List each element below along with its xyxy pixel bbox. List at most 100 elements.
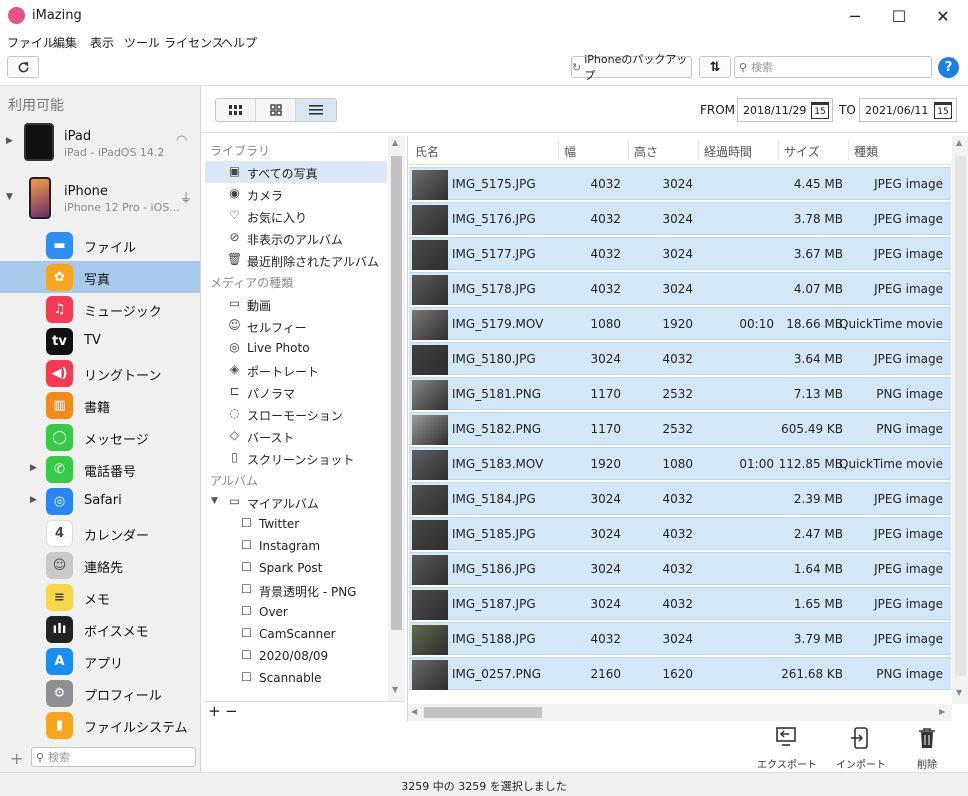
menu-help[interactable]: ヘルプ bbox=[221, 34, 257, 51]
table-row[interactable]: IMG_5185.JPG 3024 4032 2.47 MB JPEG image bbox=[409, 517, 951, 550]
library-item[interactable]: ◈ ポートレート bbox=[205, 359, 387, 381]
library-item[interactable]: ◉ カメラ bbox=[205, 183, 387, 205]
to-date-field[interactable]: 2021/06/11 15 bbox=[859, 98, 957, 122]
library-item[interactable]: ⊘ 非表示のアルバム bbox=[205, 227, 387, 249]
menu-tools[interactable]: ツール bbox=[124, 34, 160, 51]
device-ipad[interactable]: ▶ iPad iPad - iPadOS 14.2 ◠ bbox=[0, 117, 201, 167]
list-icon[interactable] bbox=[296, 99, 336, 121]
library-item[interactable]: ☐ Scannable bbox=[205, 667, 387, 689]
sidebar-item-ringtone[interactable]: ◀) リングトーン bbox=[0, 357, 200, 389]
table-vertical-scrollbar[interactable]: ▲ ▼ bbox=[952, 136, 968, 704]
table-row[interactable]: IMG_5186.JPG 3024 4032 1.64 MB JPEG image bbox=[409, 552, 951, 585]
scroll-up-icon[interactable]: ▲ bbox=[956, 138, 962, 147]
menu-license[interactable]: ライセンス bbox=[164, 34, 224, 51]
help-button[interactable]: ? bbox=[938, 57, 959, 78]
library-item[interactable]: ☐ Over bbox=[205, 601, 387, 623]
sidebar-item-filesystem[interactable]: ▮ ファイルシステム bbox=[0, 709, 200, 741]
table-row[interactable]: IMG_5175.JPG 4032 3024 4.45 MB JPEG image bbox=[409, 167, 951, 200]
device-iphone[interactable]: ▼ iPhone iPhone 12 Pro - iOS... ⏚ bbox=[0, 172, 201, 222]
table-row[interactable]: IMG_5184.JPG 3024 4032 2.39 MB JPEG image bbox=[409, 482, 951, 515]
menu-file[interactable]: ファイル bbox=[7, 34, 55, 51]
sidebar-item-appstore[interactable]: A アプリ bbox=[0, 645, 200, 677]
sidebar-item-contacts[interactable]: ☺ 連絡先 bbox=[0, 549, 200, 581]
sidebar-item-music[interactable]: ♫ ミュージック bbox=[0, 293, 200, 325]
library-scrollbar[interactable]: ▲ ▼ bbox=[388, 136, 405, 701]
library-item[interactable]: ⊏ パノラマ bbox=[205, 381, 387, 403]
sidebar-item-books[interactable]: ▥ 書籍 bbox=[0, 389, 200, 421]
table-row[interactable]: IMG_5176.JPG 4032 3024 3.78 MB JPEG image bbox=[409, 202, 951, 235]
scroll-right-icon[interactable]: ▶ bbox=[939, 707, 945, 716]
sidebar-search-input[interactable]: ⚲ 検索 bbox=[31, 747, 196, 767]
table-row[interactable]: IMG_5187.JPG 3024 4032 1.65 MB JPEG image bbox=[409, 587, 951, 620]
sidebar-item-calendar[interactable]: 4 カレンダー bbox=[0, 517, 200, 549]
library-item[interactable]: ◇ バースト bbox=[205, 425, 387, 447]
my-albums-folder[interactable]: ▼ ▭ マイアルバム bbox=[205, 491, 387, 513]
sidebar-item-folder[interactable]: ▬ ファイル bbox=[0, 229, 200, 261]
table-row[interactable]: IMG_5180.JPG 3024 4032 3.64 MB JPEG image bbox=[409, 342, 951, 375]
sidebar-item-messages[interactable]: ◯ メッセージ bbox=[0, 421, 200, 453]
import-button[interactable]: インポート bbox=[831, 726, 891, 772]
library-item[interactable]: ▣ すべての写真 bbox=[205, 161, 387, 183]
table-horizontal-scrollbar[interactable]: ◀ ▶ bbox=[408, 704, 952, 721]
grid-large-icon[interactable] bbox=[256, 99, 296, 121]
table-row[interactable]: IMG_5181.PNG 1170 2532 7.13 MB PNG image bbox=[409, 377, 951, 410]
sidebar-item-profile[interactable]: ⚙ プロフィール bbox=[0, 677, 200, 709]
close-icon[interactable]: ✕ bbox=[920, 0, 966, 32]
library-item[interactable]: ◎ Live Photo bbox=[205, 337, 387, 359]
export-button[interactable]: エクスポート bbox=[757, 726, 817, 772]
backup-button[interactable]: ↻ iPhoneのバックアップ bbox=[571, 53, 692, 82]
sidebar-item-notes[interactable]: ≡ メモ bbox=[0, 581, 200, 613]
library-item[interactable]: ☐ Spark Post bbox=[205, 557, 387, 579]
expand-arrow-icon[interactable]: ▶ bbox=[30, 495, 37, 505]
column-width[interactable]: 幅 bbox=[564, 143, 576, 160]
minimize-icon[interactable]: ─ bbox=[832, 0, 878, 32]
library-item[interactable]: ◌ スローモーション bbox=[205, 403, 387, 425]
library-item[interactable]: ▯ スクリーンショット bbox=[205, 447, 387, 469]
library-item[interactable]: ▭ 動画 bbox=[205, 293, 387, 315]
menu-edit[interactable]: 編集 bbox=[53, 34, 77, 51]
sidebar-item-tv[interactable]: tv TV bbox=[0, 325, 200, 357]
scroll-left-icon[interactable]: ◀ bbox=[411, 707, 417, 716]
calendar-icon[interactable]: 15 bbox=[811, 102, 829, 119]
expand-arrow-icon[interactable]: ▶ bbox=[6, 136, 13, 146]
add-device-button[interactable]: + bbox=[10, 749, 23, 768]
sidebar-item-voice-memo[interactable]: ıIı ボイスメモ bbox=[0, 613, 200, 645]
library-item[interactable]: ♡ お気に入り bbox=[205, 205, 387, 227]
refresh-button[interactable] bbox=[7, 56, 39, 78]
remove-album-button[interactable]: − bbox=[225, 702, 238, 720]
collapse-arrow-icon[interactable]: ▼ bbox=[211, 496, 218, 506]
from-date-field[interactable]: 2018/11/29 15 bbox=[737, 98, 833, 122]
maximize-icon[interactable]: ☐ bbox=[876, 0, 922, 32]
table-row[interactable]: IMG_5179.MOV 1080 1920 00:10 18.66 MB QuickTi… bbox=[409, 307, 951, 340]
delete-button[interactable]: 削除 bbox=[897, 726, 957, 772]
scroll-down-icon[interactable]: ▼ bbox=[956, 688, 962, 697]
collapse-arrow-icon[interactable]: ▼ bbox=[6, 192, 13, 202]
calendar-icon[interactable]: 15 bbox=[934, 102, 952, 119]
search-input[interactable]: ⚲ 検索 bbox=[734, 56, 932, 78]
library-item[interactable]: ☐ 2020/08/09 bbox=[205, 645, 387, 667]
table-row[interactable]: IMG_5188.JPG 4032 3024 3.79 MB JPEG image bbox=[409, 622, 951, 655]
library-item[interactable]: ☐ 背景透明化 - PNG bbox=[205, 579, 387, 601]
table-row[interactable]: IMG_5182.PNG 1170 2532 605.49 KB PNG image bbox=[409, 412, 951, 445]
library-item[interactable]: ☺ セルフィー bbox=[205, 315, 387, 337]
table-row[interactable]: IMG_5183.MOV 1920 1080 01:00 112.85 MB QuickT… bbox=[409, 447, 951, 480]
sidebar-item-photos[interactable]: ✿ 写真 bbox=[0, 261, 200, 293]
library-item[interactable]: ☐ CamScanner bbox=[205, 623, 387, 645]
scroll-up-icon[interactable]: ▲ bbox=[392, 138, 398, 147]
expand-arrow-icon[interactable]: ▶ bbox=[30, 463, 37, 473]
menu-view[interactable]: 表示 bbox=[90, 34, 114, 51]
table-row[interactable]: IMG_5177.JPG 4032 3024 3.67 MB JPEG image bbox=[409, 237, 951, 270]
library-item[interactable]: ☐ Twitter bbox=[205, 513, 387, 535]
library-item[interactable]: ☐ Instagram bbox=[205, 535, 387, 557]
add-album-button[interactable]: + bbox=[208, 702, 221, 720]
column-size[interactable]: サイズ bbox=[784, 143, 820, 160]
column-kind[interactable]: 種類 bbox=[854, 143, 878, 160]
library-item[interactable]: 🗑 最近削除されたアルバム bbox=[205, 249, 387, 271]
sidebar-item-safari[interactable]: ▶ ◎ Safari bbox=[0, 485, 200, 517]
table-row[interactable]: IMG_5178.JPG 4032 3024 4.07 MB JPEG image bbox=[409, 272, 951, 305]
table-row[interactable]: IMG_0257.PNG 2160 1620 261.68 KB PNG image bbox=[409, 657, 951, 690]
transfer-button[interactable]: ⇅ bbox=[699, 56, 731, 78]
scroll-thumb[interactable] bbox=[424, 707, 542, 718]
grid-small-icon[interactable] bbox=[216, 99, 256, 121]
sidebar-item-phone[interactable]: ▶ ✆ 電話番号 bbox=[0, 453, 200, 485]
